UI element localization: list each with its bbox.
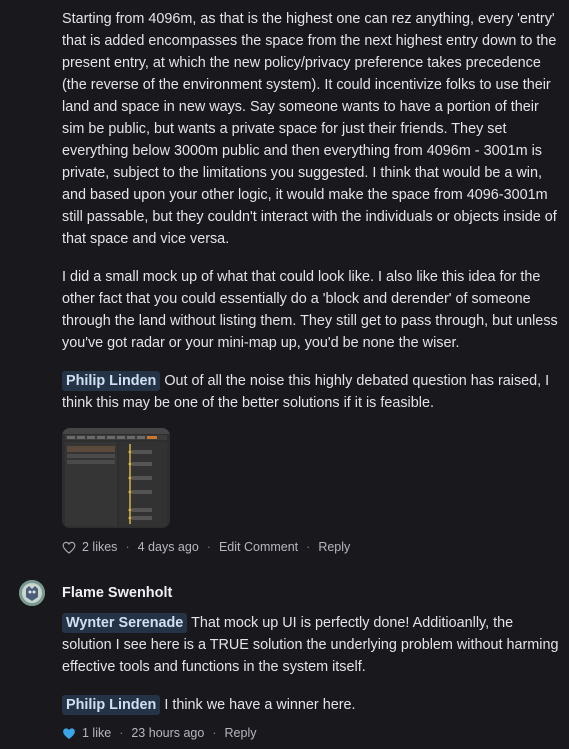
edit-comment-link[interactable]: Edit Comment [219,540,298,554]
reply-likes-count: 1 like [82,726,112,740]
post-paragraph-1: Starting from 4096m, as that is the high… [62,11,557,247]
mention-philip-linden-2[interactable]: Philip Linden [62,695,161,715]
mention-wynter-serenade[interactable]: Wynter Serenade [62,613,188,633]
mockup-image-thumbnail[interactable] [62,428,170,528]
post-paragraph-3: Philip Linden Out of all the noise this … [62,370,562,414]
mention-philip-linden[interactable]: Philip Linden [62,371,161,391]
reply-reply-link[interactable]: Reply [225,726,257,740]
post-meta-row: 2 likes · 4 days ago · Edit Comment · Re… [62,540,350,554]
reply-timestamp: 23 hours ago [131,726,205,740]
reply-meta-row: 1 like · 23 hours ago · Reply [62,726,256,740]
comment-author[interactable]: Flame Swenholt [62,585,172,601]
post-likes-count: 2 likes [82,540,118,554]
heart-outline-icon[interactable] [62,541,76,554]
avatar[interactable] [19,580,45,606]
reply-paragraph-1: Wynter Serenade That mock up UI is perfe… [62,612,562,678]
post-paragraph-2: I did a small mock up of what that could… [62,269,558,351]
reply-paragraph-2: Philip Linden I think we have a winner h… [62,694,562,716]
reply-paragraph-2-text: I think we have a winner here. [164,697,356,713]
post-timestamp: 4 days ago [137,540,199,554]
post-reply-link[interactable]: Reply [318,540,350,554]
heart-filled-icon[interactable] [62,727,76,740]
